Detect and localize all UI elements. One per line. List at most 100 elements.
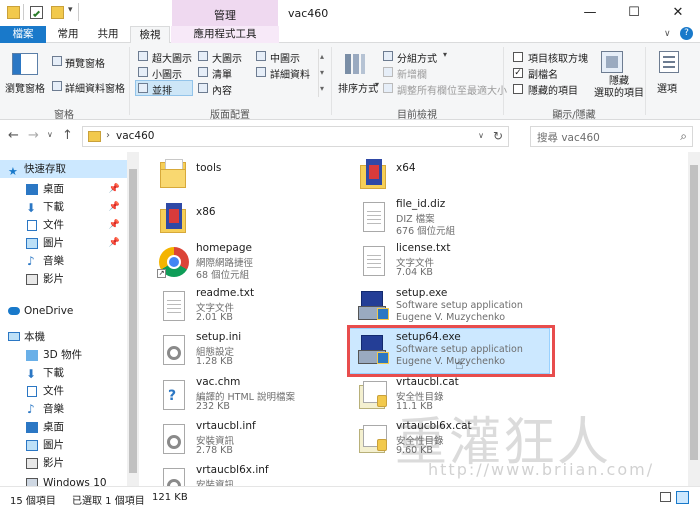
tab-home[interactable]: 常用 — [50, 26, 86, 43]
nav-this-pc[interactable]: 本機 — [0, 328, 127, 346]
hide-selected-icon[interactable] — [601, 51, 623, 73]
nav-downloads[interactable]: ⬇ 下載 📌 — [0, 198, 127, 216]
nav-downloads-pc[interactable]: ⬇ 下載 — [0, 364, 127, 382]
nav-documents[interactable]: 文件 📌 — [0, 216, 127, 234]
file-item-homepage[interactable]: ↗ homepage 網際網路捷徑 68 個位元組 — [139, 240, 339, 284]
file-item-x86[interactable]: x86 — [139, 196, 339, 240]
breadcrumb-path[interactable]: vac460 — [116, 130, 154, 142]
file-item-file-id-diz[interactable]: file_id.diz DIZ 檔案 676 個位元組 — [339, 196, 539, 240]
nav-pictures-pc[interactable]: 圖片 — [0, 436, 127, 454]
preview-pane-button[interactable]: 預覽窗格 — [65, 55, 105, 70]
options-button[interactable]: 選項 — [657, 80, 677, 95]
nav-desktop-pc[interactable]: 桌面 — [0, 418, 127, 436]
nav-pictures[interactable]: 圖片 📌 — [0, 234, 127, 252]
sort-by-button[interactable]: 排序方式 — [338, 80, 378, 95]
nav-music[interactable]: ♪ 音樂 — [0, 252, 127, 270]
chevron-down-icon[interactable]: ▾ — [68, 5, 73, 15]
file-name: setup.exe — [396, 287, 448, 299]
recent-locations-icon[interactable]: ∨ — [47, 130, 53, 139]
minimize-button[interactable]: — — [568, 0, 612, 26]
nav-scrollbar-thumb[interactable] — [129, 169, 137, 473]
content-scrollbar-thumb[interactable] — [690, 165, 698, 460]
file-item-setup-exe[interactable]: setup.exe Software setup application Eugen… — [339, 285, 539, 329]
layout-tiles[interactable]: 並排 — [152, 82, 172, 97]
xl-icons-icon — [138, 51, 148, 61]
address-box[interactable]: › vac460 ∨ ↻ — [82, 126, 509, 147]
hidden-items-checkbox[interactable] — [513, 84, 523, 94]
manage-tab[interactable]: 管理 — [172, 0, 278, 26]
file-item-license-txt[interactable]: license.txt 文字文件 7.04 KB — [339, 240, 539, 284]
layout-content[interactable]: 內容 — [212, 82, 232, 97]
file-item-x64[interactable]: x64 — [339, 152, 539, 196]
nav-music-pc[interactable]: ♪ 音樂 — [0, 400, 127, 418]
collapse-ribbon-icon[interactable]: ∨ — [664, 29, 671, 39]
up-icon[interactable]: ↑ — [62, 128, 73, 143]
nav-onedrive[interactable]: OneDrive — [0, 302, 127, 320]
details-pane-button[interactable]: 詳細資料窗格 — [65, 80, 125, 95]
document-icon — [357, 201, 391, 237]
nav-videos[interactable]: 影片 — [0, 270, 127, 288]
file-extensions-checkbox[interactable]: ✓ — [513, 68, 523, 78]
tab-share[interactable]: 共用 — [90, 26, 126, 43]
details-view-icon[interactable] — [660, 492, 671, 502]
divider — [78, 3, 79, 21]
desktop-icon — [26, 422, 38, 433]
tab-app-tools[interactable]: 應用程式工具 — [171, 26, 279, 43]
file-size: Eugene V. Muzychenko — [396, 312, 506, 323]
file-item-setup-ini[interactable]: setup.ini 組態設定 1.28 KB — [139, 329, 339, 373]
navigation-pane-button[interactable]: 瀏覽窗格 — [5, 80, 45, 95]
divider — [129, 47, 130, 115]
tab-view[interactable]: 檢視 — [130, 26, 170, 44]
file-name: vac.chm — [196, 376, 241, 388]
layout-scroll-arrows[interactable]: ▴ ▾ ▾ — [318, 49, 327, 97]
large-icons-view-icon[interactable] — [676, 491, 689, 504]
item-checkboxes-checkbox[interactable] — [513, 52, 523, 62]
layout-details[interactable]: 詳細資料 — [270, 66, 310, 81]
close-button[interactable]: ✕ — [656, 0, 700, 26]
file-size: 1.28 KB — [196, 356, 233, 367]
file-item-vrtaucbl6x-inf[interactable]: vrtaucbl6x.inf 安裝資訊 — [139, 462, 339, 486]
nav-documents-pc[interactable]: 文件 — [0, 382, 127, 400]
sort-icon[interactable] — [345, 52, 365, 76]
group-by-button[interactable]: 分組方式 — [397, 50, 437, 65]
file-item-vac-chm[interactable]: ? vac.chm 編譯的 HTML 說明檔案 232 KB — [139, 374, 339, 418]
search-box[interactable]: 搜尋 vac460 ⌕ — [530, 126, 693, 147]
layout-list[interactable]: 清單 — [212, 66, 232, 81]
layout-small-icons[interactable]: 小圖示 — [152, 66, 182, 81]
search-input[interactable]: 搜尋 vac460 — [537, 130, 600, 145]
highlight-box — [347, 325, 555, 377]
nav-drive-c[interactable]: Windows 10 (C:) — [0, 474, 127, 486]
nav-videos-pc[interactable]: 影片 — [0, 454, 127, 472]
options-icon[interactable] — [659, 51, 679, 73]
address-dropdown-icon[interactable]: ∨ — [478, 131, 484, 140]
layout-medium-icons[interactable]: 中圖示 — [270, 50, 300, 65]
add-columns-button[interactable]: 新增欄 — [397, 66, 427, 81]
tab-file[interactable]: 檔案 — [0, 26, 46, 43]
forward-icon[interactable]: → — [28, 128, 39, 143]
divider — [331, 47, 332, 115]
file-item-vrtaucbl-inf[interactable]: vrtaucbl.inf 安裝資訊 2.78 KB — [139, 418, 339, 462]
file-item-readme-txt[interactable]: readme.txt 文字文件 2.01 KB — [139, 285, 339, 329]
add-columns-icon — [383, 67, 393, 77]
refresh-icon[interactable]: ↻ — [493, 129, 503, 143]
file-name: vrtaucbl.inf — [196, 420, 256, 432]
file-size: 68 個位元組 — [196, 270, 250, 281]
layout-large-icons[interactable]: 大圖示 — [212, 50, 242, 65]
properties-icon[interactable] — [30, 6, 43, 19]
back-icon[interactable]: ← — [8, 128, 19, 143]
music-icon: ♪ — [27, 254, 35, 268]
nav-quick-access[interactable]: ★ 快速存取 — [0, 160, 127, 178]
nav-3d-objects[interactable]: 3D 物件 — [0, 346, 127, 364]
file-size: 232 KB — [196, 401, 230, 412]
new-folder-icon[interactable] — [51, 6, 64, 19]
hide-selected-button[interactable]: 隱藏 選取的項目 — [594, 76, 644, 100]
size-all-columns-button[interactable]: 調整所有欄位至最適大小 — [397, 82, 507, 97]
help-icon[interactable]: ? — [680, 27, 693, 40]
layout-xl-icons[interactable]: 超大圖示 — [152, 50, 192, 65]
maximize-button[interactable]: ☐ — [612, 0, 656, 26]
chm-icon: ? — [157, 379, 191, 415]
navigation-pane-icon[interactable] — [12, 53, 38, 75]
nav-desktop[interactable]: 桌面 📌 — [0, 180, 127, 198]
videos-icon — [26, 274, 38, 285]
file-item-tools[interactable]: tools — [139, 152, 339, 196]
